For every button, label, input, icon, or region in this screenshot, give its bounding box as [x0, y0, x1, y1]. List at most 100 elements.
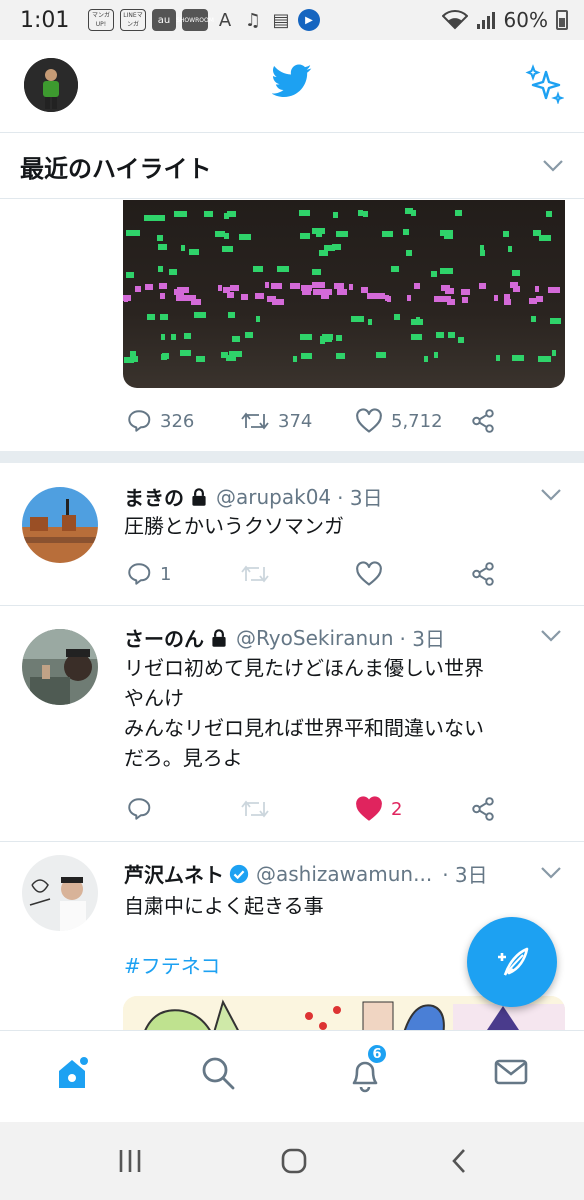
display-name[interactable]: まきの	[124, 482, 184, 511]
pixel-mark	[160, 293, 165, 299]
pixel-mark	[512, 355, 524, 361]
retweet-icon	[241, 800, 269, 818]
linemanga-app-icon: LINEマンガ	[120, 9, 146, 31]
verified-badge-icon	[229, 864, 249, 883]
chevron-down-icon[interactable]	[542, 159, 564, 173]
sparkle-icon[interactable]	[524, 64, 565, 108]
pixel-mark	[183, 295, 196, 301]
pixel-mark	[462, 297, 468, 303]
pixel-mark	[184, 333, 191, 339]
pixel-mark	[189, 249, 199, 255]
display-name[interactable]: さーのん	[124, 623, 204, 652]
like-button[interactable]: 2	[355, 796, 402, 822]
lock-icon	[192, 487, 206, 506]
pixel-mark	[367, 293, 376, 299]
handle[interactable]: @arupak04	[216, 485, 331, 509]
pixel-mark	[147, 314, 155, 320]
pixel-mark	[124, 296, 128, 302]
tweet-line: 圧勝とかいうクソマンガ	[124, 514, 344, 538]
pixel-mark	[161, 354, 167, 360]
home-icon	[59, 1057, 88, 1088]
timestamp: · 3日	[337, 486, 383, 510]
pixel-mark	[320, 338, 325, 344]
tab-search[interactable]	[200, 1055, 236, 1095]
retweet-button[interactable]	[240, 796, 270, 822]
pixel-mark	[161, 334, 165, 340]
pixel-mark	[171, 334, 176, 340]
pixel-mark	[434, 352, 438, 358]
avatar[interactable]	[22, 487, 98, 563]
tweet-text: 圧勝とかいうクソマンガ	[124, 511, 554, 541]
recent-apps-icon	[119, 1150, 141, 1172]
share-icon	[472, 409, 494, 433]
tweet-header: 芦沢ムネト @ashizawamun... · 3日	[124, 859, 488, 888]
section-title: 最近のハイライト	[20, 154, 212, 183]
compose-feather-icon	[498, 947, 529, 976]
share-button[interactable]	[470, 408, 496, 434]
retweet-button[interactable]	[240, 561, 270, 587]
pixel-mark	[424, 356, 428, 362]
chevron-down-icon[interactable]	[540, 629, 562, 643]
reply-button[interactable]	[126, 796, 152, 822]
pixel-mark	[126, 272, 134, 278]
avatar[interactable]	[22, 855, 98, 931]
tweet-media-image[interactable]	[123, 200, 565, 388]
compose-tweet-button[interactable]	[467, 917, 557, 1007]
pixel-mark	[312, 269, 321, 275]
pixel-mark	[215, 231, 225, 237]
pixel-mark	[277, 266, 289, 272]
pixel-mark	[503, 231, 509, 237]
tab-home[interactable]	[55, 1055, 89, 1095]
pixel-mark	[411, 334, 422, 340]
tab-notifications[interactable]: 6	[348, 1043, 388, 1097]
back-button[interactable]	[446, 1146, 472, 1180]
like-count: 5,712	[391, 410, 443, 432]
tweet-line: だろ。見ろよ	[124, 746, 243, 770]
reply-button[interactable]: 326	[126, 408, 194, 434]
recent-apps-button[interactable]	[115, 1146, 145, 1180]
pixel-mark	[414, 283, 420, 289]
pixel-mark	[299, 210, 310, 216]
pixel-mark	[382, 231, 393, 237]
home-button[interactable]	[279, 1146, 309, 1180]
notification-icons: マンガUP! LINEマンガ au SHOWROOM A ♫ ▤ ▶	[88, 9, 320, 31]
tab-messages[interactable]	[493, 1055, 529, 1093]
chevron-down-icon[interactable]	[540, 488, 562, 502]
pixel-mark	[232, 336, 240, 342]
pixel-mark	[358, 210, 363, 216]
pixel-mark	[461, 289, 470, 295]
pixel-mark	[290, 283, 300, 289]
highlights-header[interactable]: 最近のハイライト	[0, 134, 584, 199]
handle[interactable]: @RyoSekiranun	[236, 626, 394, 650]
profile-avatar[interactable]	[24, 58, 78, 112]
pixel-mark	[448, 332, 455, 338]
pixel-mark	[301, 353, 312, 359]
pixel-mark	[181, 245, 185, 251]
share-button[interactable]	[470, 561, 496, 587]
reply-button[interactable]: 1	[126, 561, 171, 587]
pixel-mark	[394, 314, 400, 320]
pixel-mark	[387, 296, 391, 302]
battery-icon	[556, 10, 568, 30]
pixel-mark	[302, 289, 311, 295]
pixel-mark	[552, 350, 556, 356]
chevron-down-icon[interactable]	[540, 866, 562, 880]
display-name[interactable]: 芦沢ムネト	[124, 859, 224, 888]
pixel-mark	[535, 286, 539, 292]
pixel-mark	[406, 250, 412, 256]
share-button[interactable]	[470, 796, 496, 822]
status-time: 1:01	[20, 7, 70, 33]
pixel-mark	[416, 317, 420, 323]
au-app-icon: au	[152, 9, 176, 31]
play-app-icon: ▶	[298, 9, 320, 31]
handle[interactable]: @ashizawamun...	[256, 862, 432, 886]
retweet-button[interactable]: 374	[240, 408, 312, 434]
like-button[interactable]	[355, 561, 383, 587]
avatar[interactable]	[22, 629, 98, 705]
notification-badge: 6	[366, 1043, 388, 1065]
heart-filled-icon	[356, 796, 382, 821]
like-button[interactable]: 5,712	[355, 408, 443, 434]
tweet-actions: 2	[0, 789, 584, 829]
tweet-line: みんなリゼロ見れば世界平和間違いない	[124, 716, 484, 740]
pixel-mark	[411, 210, 416, 216]
